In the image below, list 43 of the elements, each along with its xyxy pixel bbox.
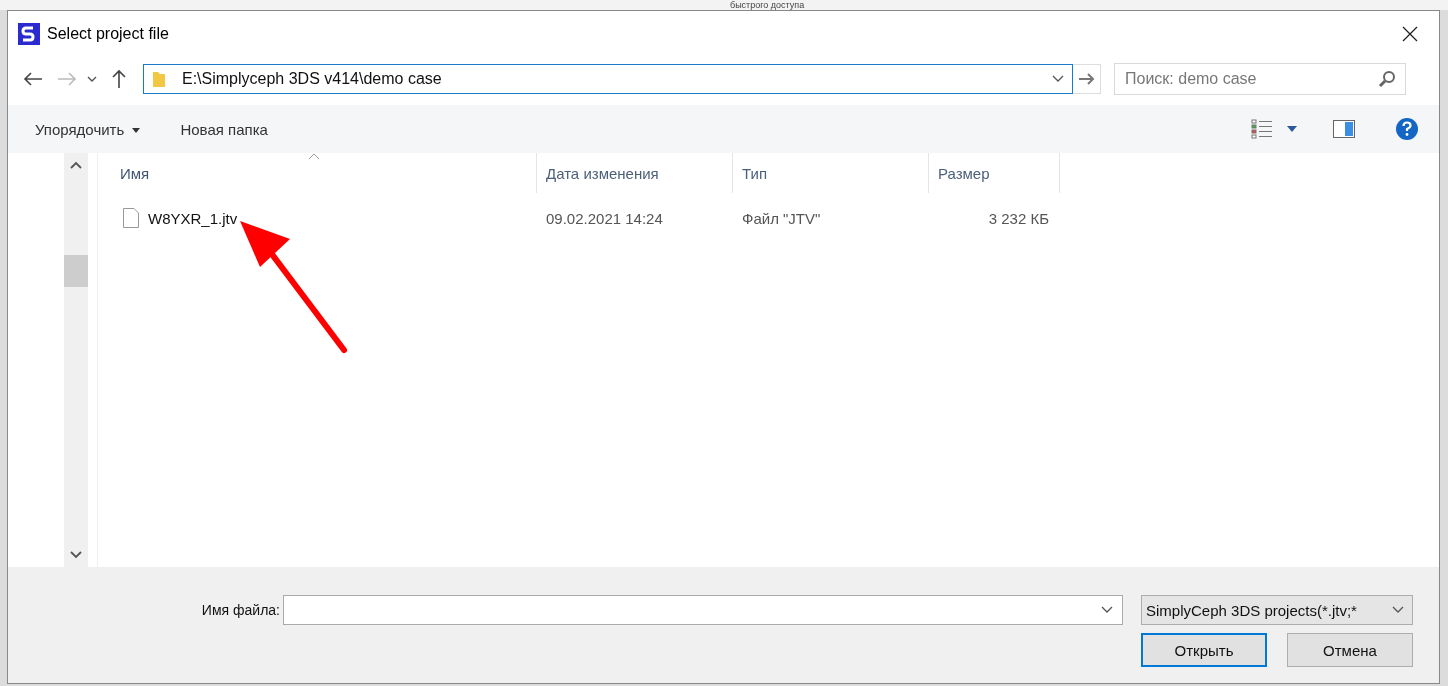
file-type-dropdown[interactable]: SimplyCeph 3DS projects(*.jtv;* — [1141, 595, 1413, 625]
table-cell-text: 3 232 КБ — [987, 209, 1050, 227]
go-button[interactable] — [1073, 64, 1101, 94]
table-cell-text: Файл "JTV" — [741, 209, 822, 227]
search-field[interactable]: Поиск: demo case — [1114, 63, 1406, 95]
column-header[interactable]: Тип — [733, 153, 929, 193]
search-icon — [1378, 70, 1396, 88]
help-icon[interactable] — [1395, 117, 1419, 141]
file-name: W8YXR_1.jtv — [148, 209, 238, 227]
window-title: Select project file — [47, 24, 169, 43]
right-arrow-icon[interactable] — [1077, 72, 1096, 86]
file-icon — [123, 208, 139, 228]
caret-down-icon — [132, 128, 141, 134]
close-icon[interactable] — [1402, 25, 1418, 42]
file-name-label: Имя файла: — [201, 602, 280, 618]
background-text: быстрого доступа — [730, 0, 805, 10]
cancel-button[interactable]: Отмена — [1287, 633, 1413, 667]
sort-indicator-icon — [308, 153, 320, 160]
chevron-down-icon[interactable] — [1101, 606, 1113, 614]
chevron-up-icon[interactable] — [70, 161, 82, 169]
chevron-down-icon[interactable] — [1052, 75, 1064, 83]
view-list-icon[interactable] — [1251, 119, 1273, 139]
address-field[interactable]: E:\Simplyceph 3DS v414\demo case — [143, 64, 1073, 94]
file-row[interactable]: W8YXR_1.jtv 09.02.2021 14:24 Файл "JTV" 3 232 КБ — [98, 203, 1439, 233]
folder-icon — [152, 70, 166, 88]
scrollbar-thumb[interactable] — [64, 255, 88, 287]
caret-down-icon[interactable] — [1287, 126, 1297, 132]
new-folder-button[interactable]: Новая папка — [167, 116, 281, 142]
column-header[interactable]: Имя — [98, 153, 537, 193]
table-cell-text: 09.02.2021 14:24 — [545, 209, 664, 227]
column-header[interactable]: Размер — [929, 153, 1060, 193]
chevron-down-icon[interactable] — [87, 75, 97, 83]
open-button[interactable]: Открыть — [1141, 633, 1267, 667]
app-logo-icon — [18, 22, 40, 45]
column-header[interactable]: Дата изменения — [537, 153, 733, 193]
chevron-down-icon[interactable] — [1392, 606, 1404, 614]
chevron-down-icon[interactable] — [70, 551, 82, 559]
organize-menu-button[interactable]: Упорядочить — [22, 116, 154, 142]
scrollbar[interactable] — [64, 153, 88, 567]
preview-pane-icon[interactable] — [1333, 120, 1355, 138]
back-arrow-icon[interactable] — [23, 71, 43, 87]
up-arrow-icon[interactable] — [111, 69, 127, 89]
file-name-field[interactable] — [283, 595, 1123, 625]
